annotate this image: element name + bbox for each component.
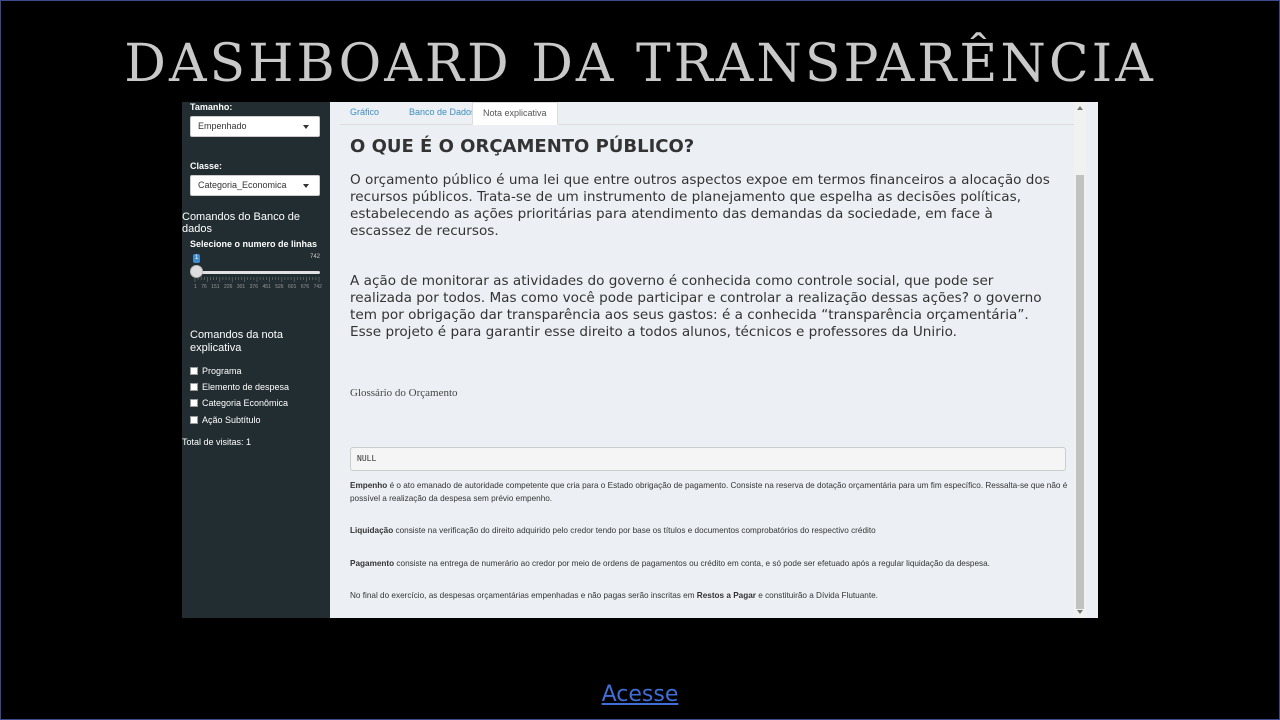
- slider-tick-label: 451: [262, 284, 271, 290]
- main-panel: Gráfico Banco de Dados Nota explicativa …: [330, 102, 1086, 618]
- slider-tick-label: 301: [236, 284, 246, 290]
- page-title: DASHBOARD DA TRANSPARÊNCIA: [124, 34, 1156, 94]
- tab-grafico[interactable]: Gráfico: [340, 102, 389, 124]
- null-output: NULL: [350, 447, 1066, 471]
- liquidacao-term: Liquidação: [350, 526, 394, 535]
- restos-post: e constituirão a Dívida Flutuante.: [755, 591, 878, 600]
- acesse-link[interactable]: Acesse: [0, 682, 1280, 707]
- slider-tick-label: 526: [275, 284, 284, 290]
- pagamento-term: Pagamento: [350, 559, 395, 568]
- chevron-down-icon: [303, 125, 309, 129]
- checkbox-box[interactable]: [190, 399, 198, 407]
- classe-select-value: Categoria_Economica: [198, 180, 287, 190]
- scroll-up-icon[interactable]: [1077, 106, 1083, 110]
- checkbox-box[interactable]: [190, 416, 198, 424]
- tamanho-label: Tamanho:: [190, 102, 233, 112]
- classe-label: Classe:: [190, 161, 223, 171]
- classe-select[interactable]: Categoria_Economica: [190, 175, 320, 196]
- checkbox-label: Programa: [202, 366, 242, 376]
- empenho-text: é o ato emanado de autoridade competente…: [350, 481, 1068, 503]
- scrollbar[interactable]: [1074, 102, 1086, 618]
- scroll-thumb[interactable]: [1076, 175, 1084, 609]
- checkbox-programa[interactable]: Programa: [190, 366, 242, 376]
- checkbox-label: Ação Subtítulo: [202, 415, 261, 425]
- slider-max-label: 742: [310, 254, 321, 260]
- chevron-down-icon: [303, 184, 309, 188]
- note-commands-heading: Comandos da nota explicativa: [190, 329, 283, 354]
- sidebar: Tamanho: Empenhado Classe: Categoria_Eco…: [182, 102, 330, 618]
- slider-tick-label: 676: [300, 284, 310, 290]
- slider-tick-label: 151: [211, 284, 220, 290]
- slider-tick-label: 1: [194, 284, 197, 290]
- checkbox-elemento-despesa[interactable]: Elemento de despesa: [190, 382, 289, 392]
- rows-label: Selecione o numero de linhas: [190, 239, 318, 249]
- checkbox-box[interactable]: [190, 383, 198, 391]
- db-commands-heading: Comandos do Banco de dados: [182, 211, 301, 235]
- tab-nota-explicativa[interactable]: Nota explicativa: [472, 102, 558, 125]
- slider-tick-labels: 1 76 151 226 301 376 451 526 601 676 742: [194, 284, 322, 290]
- slider-tick-label: 601: [288, 284, 297, 290]
- tamanho-select[interactable]: Empenhado: [190, 116, 320, 137]
- tab-bar: Gráfico Banco de Dados Nota explicativa: [340, 102, 1076, 125]
- slider-tick-label: 742: [313, 284, 322, 290]
- tamanho-select-value: Empenhado: [198, 121, 247, 131]
- checkbox-box[interactable]: [190, 367, 198, 375]
- glossary-title: Glossário do Orçamento: [350, 387, 458, 399]
- liquidacao-text: consiste na verificação do direito adqui…: [393, 526, 876, 535]
- pagamento-definition: Pagamento consiste na entrega de numerár…: [350, 557, 1068, 570]
- slider-track[interactable]: [198, 271, 320, 274]
- scroll-down-icon[interactable]: [1077, 610, 1083, 614]
- empenho-term: Empenho: [350, 481, 388, 490]
- slider-tick-label: 226: [224, 284, 233, 290]
- checkbox-label: Categoria Econômica: [202, 398, 289, 408]
- slider-tick-label: 376: [249, 284, 258, 290]
- paragraph-1: O orçamento público é uma lei que entre …: [350, 172, 1050, 239]
- empenho-definition: Empenho é o ato emanado de autoridade co…: [350, 479, 1068, 505]
- slider-value-badge: 1: [193, 254, 201, 263]
- visits-counter: Total de visitas: 1: [182, 437, 252, 447]
- pagamento-text: consiste na entrega de numerário ao cred…: [394, 559, 990, 568]
- restos-term: Restos a Pagar: [696, 591, 756, 600]
- restos-pre: No final do exercício, as despesas orçam…: [350, 591, 697, 600]
- paragraph-2: A ação de monitorar as atividades do gov…: [350, 273, 1042, 340]
- checkbox-categoria-economica[interactable]: Categoria Econômica: [190, 398, 288, 408]
- app-window: Tamanho: Empenhado Classe: Categoria_Eco…: [182, 102, 1098, 618]
- liquidacao-definition: Liquidação consiste na verificação do di…: [350, 524, 1068, 537]
- restos-definition: No final do exercício, as despesas orçam…: [350, 589, 1068, 602]
- content-heading: O QUE É O ORÇAMENTO PÚBLICO?: [350, 136, 695, 157]
- checkbox-label: Elemento de despesa: [202, 382, 290, 392]
- slider-ticks: [194, 277, 320, 282]
- slider-tick-label: 76: [201, 284, 207, 290]
- checkbox-acao-subtitulo[interactable]: Ação Subtítulo: [190, 415, 261, 425]
